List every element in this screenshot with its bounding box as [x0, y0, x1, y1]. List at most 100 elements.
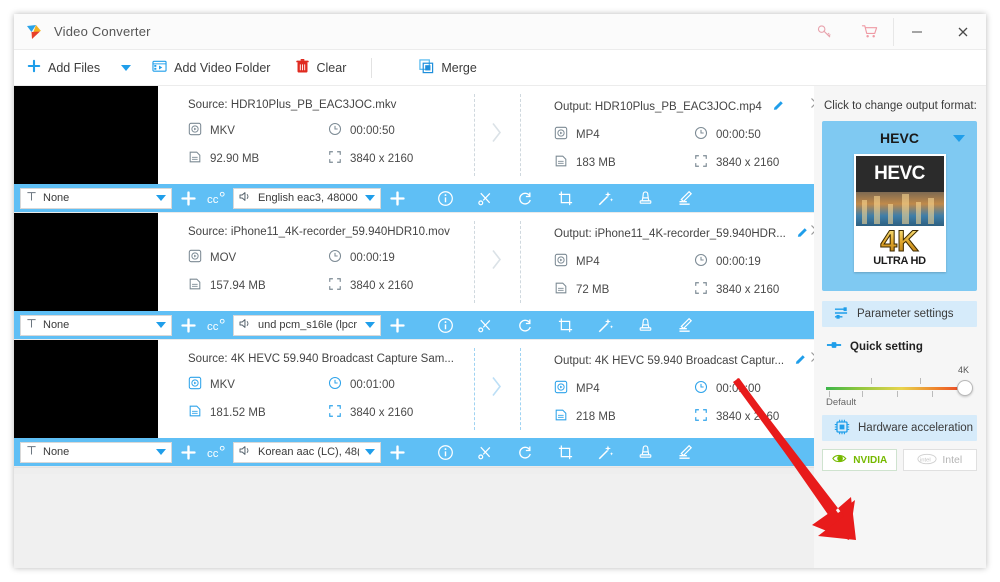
- subtitle-edit-icon[interactable]: [665, 317, 705, 334]
- add-subtitle-button[interactable]: [177, 317, 199, 333]
- info-icon[interactable]: [425, 444, 465, 461]
- minimize-icon[interactable]: [894, 14, 940, 50]
- crop-icon[interactable]: [545, 190, 585, 207]
- cart-icon[interactable]: [847, 14, 893, 50]
- closed-caption-icon[interactable]: cc: [204, 318, 228, 333]
- merge-button[interactable]: Merge: [384, 50, 489, 85]
- rotate-icon[interactable]: [505, 444, 545, 461]
- format-icon: [554, 253, 568, 270]
- remove-file-icon[interactable]: [810, 223, 814, 241]
- subtitle-T-icon: [26, 191, 37, 205]
- rotate-icon[interactable]: [505, 317, 545, 334]
- video-thumbnail[interactable]: [14, 86, 158, 184]
- add-audio-button[interactable]: [386, 190, 408, 206]
- audio-select[interactable]: English eac3, 48000: [233, 187, 381, 209]
- subtitle-select[interactable]: None: [20, 187, 172, 209]
- nvidia-eye-icon: [831, 452, 848, 468]
- crop-icon[interactable]: [545, 444, 585, 461]
- watermark-stamp-icon[interactable]: [625, 317, 665, 334]
- clear-button[interactable]: Clear: [283, 50, 359, 85]
- close-icon[interactable]: [940, 14, 986, 50]
- add-files-button[interactable]: Add Files: [14, 50, 113, 85]
- change-format-label: Click to change output format:: [824, 100, 977, 112]
- effect-wand-icon[interactable]: [585, 317, 625, 334]
- remove-file-icon[interactable]: [810, 350, 814, 368]
- add-files-dropdown[interactable]: [113, 50, 139, 85]
- cut-scissors-icon[interactable]: [465, 190, 505, 207]
- slider-knob[interactable]: [957, 380, 973, 396]
- quick-setting-link[interactable]: Quick setting: [826, 340, 977, 353]
- intel-option[interactable]: intel Intel: [902, 449, 977, 471]
- output-filename: Output: HDR10Plus_PB_EAC3JOC.mp4: [554, 99, 814, 115]
- info-icon[interactable]: [425, 190, 465, 207]
- parameter-settings-button[interactable]: Parameter settings: [822, 301, 977, 327]
- add-video-folder-button[interactable]: Add Video Folder: [139, 50, 283, 85]
- subtitle-select[interactable]: None: [20, 314, 172, 336]
- subtitle-value: None: [43, 446, 70, 458]
- output-filename-text: Output: iPhone11_4K-recorder_59.940HDR..…: [554, 228, 786, 240]
- file-card[interactable]: Source: iPhone11_4K-recorder_59.940HDR10…: [14, 213, 814, 340]
- effect-wand-icon[interactable]: [585, 444, 625, 461]
- source-size: 157.94 MB: [188, 277, 328, 294]
- output-resolution-value: 3840 x 2160: [716, 283, 780, 296]
- hardware-acceleration-button[interactable]: Hardware acceleration: [822, 415, 977, 441]
- add-video-folder-label: Add Video Folder: [174, 60, 271, 75]
- add-audio-button[interactable]: [386, 444, 408, 460]
- audio-select[interactable]: Korean aac (LC), 48(: [233, 441, 381, 463]
- file-list[interactable]: Source: HDR10Plus_PB_EAC3JOC.mkv MKV 00:…: [14, 86, 814, 474]
- key-icon[interactable]: [801, 14, 847, 50]
- add-audio-button[interactable]: [386, 317, 408, 333]
- subtitle-edit-icon[interactable]: [665, 444, 705, 461]
- edit-pencil-icon[interactable]: [794, 355, 807, 369]
- watermark-stamp-icon[interactable]: [625, 190, 665, 207]
- parameter-settings-label: Parameter settings: [857, 308, 954, 320]
- source-size: 181.52 MB: [188, 404, 328, 421]
- format-icon: [554, 380, 568, 397]
- output-format-card[interactable]: HEVC HEVC 4K ULTRA HD: [822, 121, 977, 291]
- quality-slider[interactable]: 4K Default: [826, 365, 973, 411]
- format-thumb-uhd-text: ULTRA HD: [873, 254, 926, 267]
- edit-pencil-icon[interactable]: [772, 101, 785, 115]
- format-icon: [188, 122, 202, 139]
- remove-file-icon[interactable]: [810, 96, 814, 114]
- subtitle-select[interactable]: None: [20, 441, 172, 463]
- cut-scissors-icon[interactable]: [465, 317, 505, 334]
- rotate-icon[interactable]: [505, 190, 545, 207]
- cpu-chip-icon: [834, 419, 850, 438]
- file-card[interactable]: Source: HDR10Plus_PB_EAC3JOC.mkv MKV 00:…: [14, 86, 814, 213]
- svg-text:cc: cc: [207, 193, 219, 205]
- hardware-acceleration-label: Hardware acceleration: [858, 422, 974, 434]
- file-list-empty-area[interactable]: [14, 467, 814, 474]
- main-body: Source: HDR10Plus_PB_EAC3JOC.mkv MKV 00:…: [14, 86, 986, 568]
- subtitle-edit-icon[interactable]: [665, 190, 705, 207]
- effect-wand-icon[interactable]: [585, 190, 625, 207]
- add-subtitle-button[interactable]: [177, 190, 199, 206]
- format-icon: [188, 249, 202, 266]
- clear-label: Clear: [316, 60, 347, 75]
- crop-icon[interactable]: [545, 317, 585, 334]
- chevron-down-icon[interactable]: [953, 135, 965, 142]
- add-subtitle-button[interactable]: [177, 444, 199, 460]
- format-thumb-codec-text: HEVC: [874, 163, 925, 184]
- audio-select[interactable]: und pcm_s16le (lpcr: [233, 314, 381, 336]
- file-size-icon: [188, 404, 202, 421]
- output-duration: 00:00:50: [694, 126, 814, 143]
- intel-label: Intel: [942, 454, 963, 466]
- video-thumbnail[interactable]: [14, 340, 158, 438]
- clock-icon: [328, 249, 342, 266]
- nvidia-option[interactable]: NVIDIA: [822, 449, 897, 471]
- watermark-stamp-icon[interactable]: [625, 444, 665, 461]
- cut-scissors-icon[interactable]: [465, 444, 505, 461]
- closed-caption-icon[interactable]: cc: [204, 191, 228, 206]
- format-thumb-4k-text: 4K: [880, 225, 919, 259]
- sliders-icon: [834, 306, 849, 323]
- closed-caption-icon[interactable]: cc: [204, 445, 228, 460]
- file-card-selected[interactable]: Source: 4K HEVC 59.940 Broadcast Capture…: [14, 340, 814, 467]
- video-thumbnail[interactable]: [14, 213, 158, 311]
- output-duration: 00:01:00: [694, 380, 814, 397]
- info-icon[interactable]: [425, 317, 465, 334]
- file-tools: [425, 444, 705, 461]
- edit-pencil-icon[interactable]: [796, 228, 809, 242]
- format-thumb-codec: HEVC: [855, 156, 944, 192]
- source-filename: Source: HDR10Plus_PB_EAC3JOC.mkv: [188, 99, 397, 111]
